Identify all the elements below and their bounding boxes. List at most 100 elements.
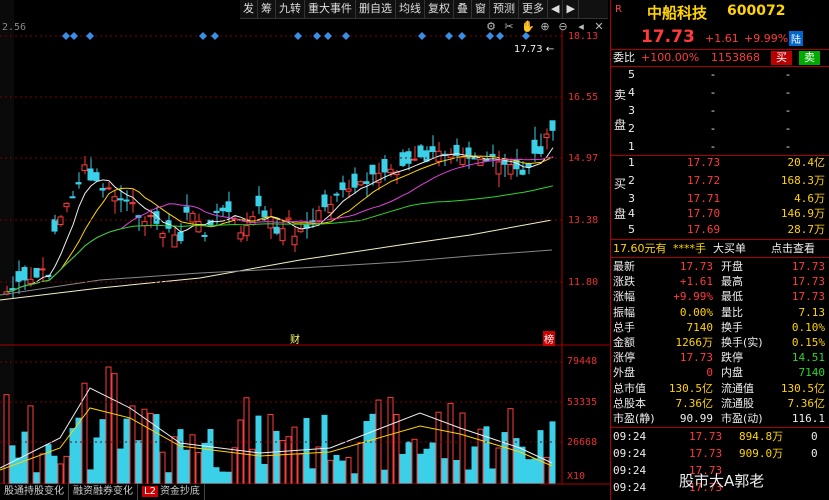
stat-row: 涨停 17.73 跌停 14.51	[611, 350, 829, 366]
stat-label: 开盘	[721, 260, 743, 273]
buy-order-row[interactable]: 4 17.70 146.9万	[611, 206, 829, 222]
buy-order-row[interactable]: 2 17.72 168.3万	[611, 173, 829, 189]
tick-time: 09:24	[613, 447, 647, 460]
tick-time: 09:24	[613, 430, 647, 443]
toolbar-item[interactable]: 均线	[396, 0, 425, 18]
sell-order-row[interactable]: 4--	[611, 85, 829, 101]
l2-badge: L2	[142, 486, 158, 497]
price-tick: 13.38	[568, 215, 599, 226]
stat-value: 17.73	[679, 260, 713, 273]
stock-code: 600072	[727, 3, 786, 19]
stat-value: 14.51	[791, 351, 825, 365]
stat-label: 最高	[721, 275, 743, 289]
stat-value: 7.36亿	[787, 396, 826, 410]
volume-tick: 26668	[567, 437, 598, 448]
stat-row: 总市值 130.5亿 流通值 130.5亿	[611, 381, 829, 397]
buy-order-row[interactable]: 3 17.71 4.6万	[611, 191, 829, 207]
big-order-text: 17.60元有	[613, 242, 667, 255]
toolbar-item[interactable]: 叠	[454, 0, 472, 18]
sell-order-row[interactable]: 5--	[611, 67, 829, 83]
price-change: +1.61	[705, 32, 739, 45]
stat-label: 最低	[721, 290, 743, 304]
tick-price: 17.73	[689, 430, 723, 443]
stat-row: 总手 7140 换手 0.10%	[611, 320, 829, 336]
price-tick: 18.13	[568, 31, 599, 42]
ratio-value: +100.00%	[641, 51, 700, 64]
tab-label: 资金抄底	[159, 486, 200, 497]
stat-value: 130.5亿	[668, 381, 713, 395]
toolbar-item-major-events[interactable]: 重大事件	[305, 0, 356, 18]
toolbar-arrow-icon[interactable]: ◀	[548, 0, 564, 18]
tick-row: 09:24 17.73 894.8万 0	[611, 429, 829, 445]
stat-value: 0	[706, 366, 713, 380]
zoom-in-icon[interactable]: ⊕	[539, 20, 551, 34]
toolbar-item-more[interactable]: 更多	[519, 0, 548, 18]
tick-count: 0	[811, 447, 818, 460]
kline-chart-panel[interactable]: 2.56 发 筹 九转 重大事件 删自选 均线 复权 叠 窗 预测 更多 ◀ ▶…	[0, 0, 610, 500]
stat-label: 外盘	[613, 366, 635, 380]
tab-hk-holdings[interactable]: 股通持股变化	[0, 484, 69, 500]
price-tick: 14.97	[568, 153, 599, 164]
gear-icon[interactable]: ⚙	[485, 20, 497, 34]
stat-label: 总市值	[613, 381, 646, 395]
toolbar-item[interactable]: 发	[240, 0, 258, 18]
stat-row: 振幅 0.00% 量比 7.13	[611, 305, 829, 321]
marker-cai[interactable]: 财	[290, 331, 300, 346]
buy-order-row[interactable]: 5 17.69 28.7万	[611, 222, 829, 238]
buy-order-row[interactable]: 1 17.73 20.4亿	[611, 155, 829, 171]
ratio-row: 委比 +100.00% 1153868 买 卖	[611, 50, 829, 66]
tab-margin[interactable]: 融资融券变化	[69, 484, 138, 500]
sell-order-row[interactable]: 3--	[611, 103, 829, 119]
tick-time: 09:24	[613, 481, 647, 494]
toolbar-item[interactable]: 预测	[490, 0, 519, 18]
stat-label: 振幅	[613, 305, 635, 319]
price-marker: 17.73 ←	[514, 44, 555, 55]
toolbar-item[interactable]: 删自选	[356, 0, 396, 18]
big-order-link[interactable]: 点击查看	[771, 241, 815, 257]
stat-label: 量比	[721, 305, 743, 319]
toolbar-item[interactable]: 九转	[276, 0, 305, 18]
stat-row: 涨跌 +1.61 最高 17.73	[611, 274, 829, 290]
stat-row: 最新 17.73 开盘 17.73	[611, 259, 829, 275]
stat-value: 7.13	[798, 305, 826, 319]
stat-value: 1266万	[675, 336, 714, 349]
big-order-type: 大买单	[713, 242, 746, 255]
tick-price: 17.73	[689, 447, 723, 460]
marker-bang[interactable]: 榜	[543, 331, 555, 346]
stock-name: 中船科技	[647, 4, 708, 22]
stat-row: 外盘 0 内盘 7140	[611, 365, 829, 381]
ratio-diff: 1153868	[711, 51, 760, 64]
scissors-icon[interactable]: ✂	[503, 20, 515, 34]
stat-row: 金额 1266万 换手(实) 0.15%	[611, 335, 829, 351]
hand-icon[interactable]: ✋	[521, 20, 535, 34]
stat-value: 17.73	[791, 275, 825, 289]
stat-label: 市盈(静)	[613, 412, 655, 425]
sell-order-row[interactable]: 2--	[611, 121, 829, 137]
sell-button[interactable]: 卖	[799, 51, 820, 65]
sell-order-row[interactable]: 1--	[611, 139, 829, 155]
chart-toolbar: 发 筹 九转 重大事件 删自选 均线 复权 叠 窗 预测 更多 ◀ ▶	[240, 0, 608, 19]
stat-label: 内盘	[721, 366, 743, 380]
stat-label: 换手(实)	[721, 336, 763, 349]
toolbar-item[interactable]: 窗	[472, 0, 490, 18]
stat-value: 0.00%	[679, 305, 713, 319]
stat-label: 换手	[721, 320, 743, 334]
stat-value: 90.99	[679, 412, 713, 425]
stat-row: 涨幅 +9.99% 最低 17.73	[611, 289, 829, 305]
ratio-label: 委比	[613, 51, 635, 64]
stat-value: 0.15%	[791, 336, 825, 349]
stat-label: 涨停	[613, 351, 635, 365]
logo: R	[615, 4, 622, 15]
toolbar-arrow-icon[interactable]: ▶	[563, 0, 579, 18]
stat-value: 17.73	[791, 260, 825, 273]
toolbar-item[interactable]: 复权	[425, 0, 454, 18]
stat-label: 跌停	[721, 351, 743, 365]
buy-button[interactable]: 买	[771, 51, 792, 65]
stat-value: 130.5亿	[780, 381, 825, 395]
toolbar-item[interactable]: 筹	[258, 0, 276, 18]
stat-value: 7140	[686, 320, 714, 334]
tab-l2-bottom[interactable]: L2 资金抄底	[138, 484, 205, 500]
tick-row: 09:24 17.73 909.0万 0	[611, 446, 829, 462]
stat-label: 总手	[613, 320, 635, 334]
stat-value: 17.73	[679, 351, 713, 365]
